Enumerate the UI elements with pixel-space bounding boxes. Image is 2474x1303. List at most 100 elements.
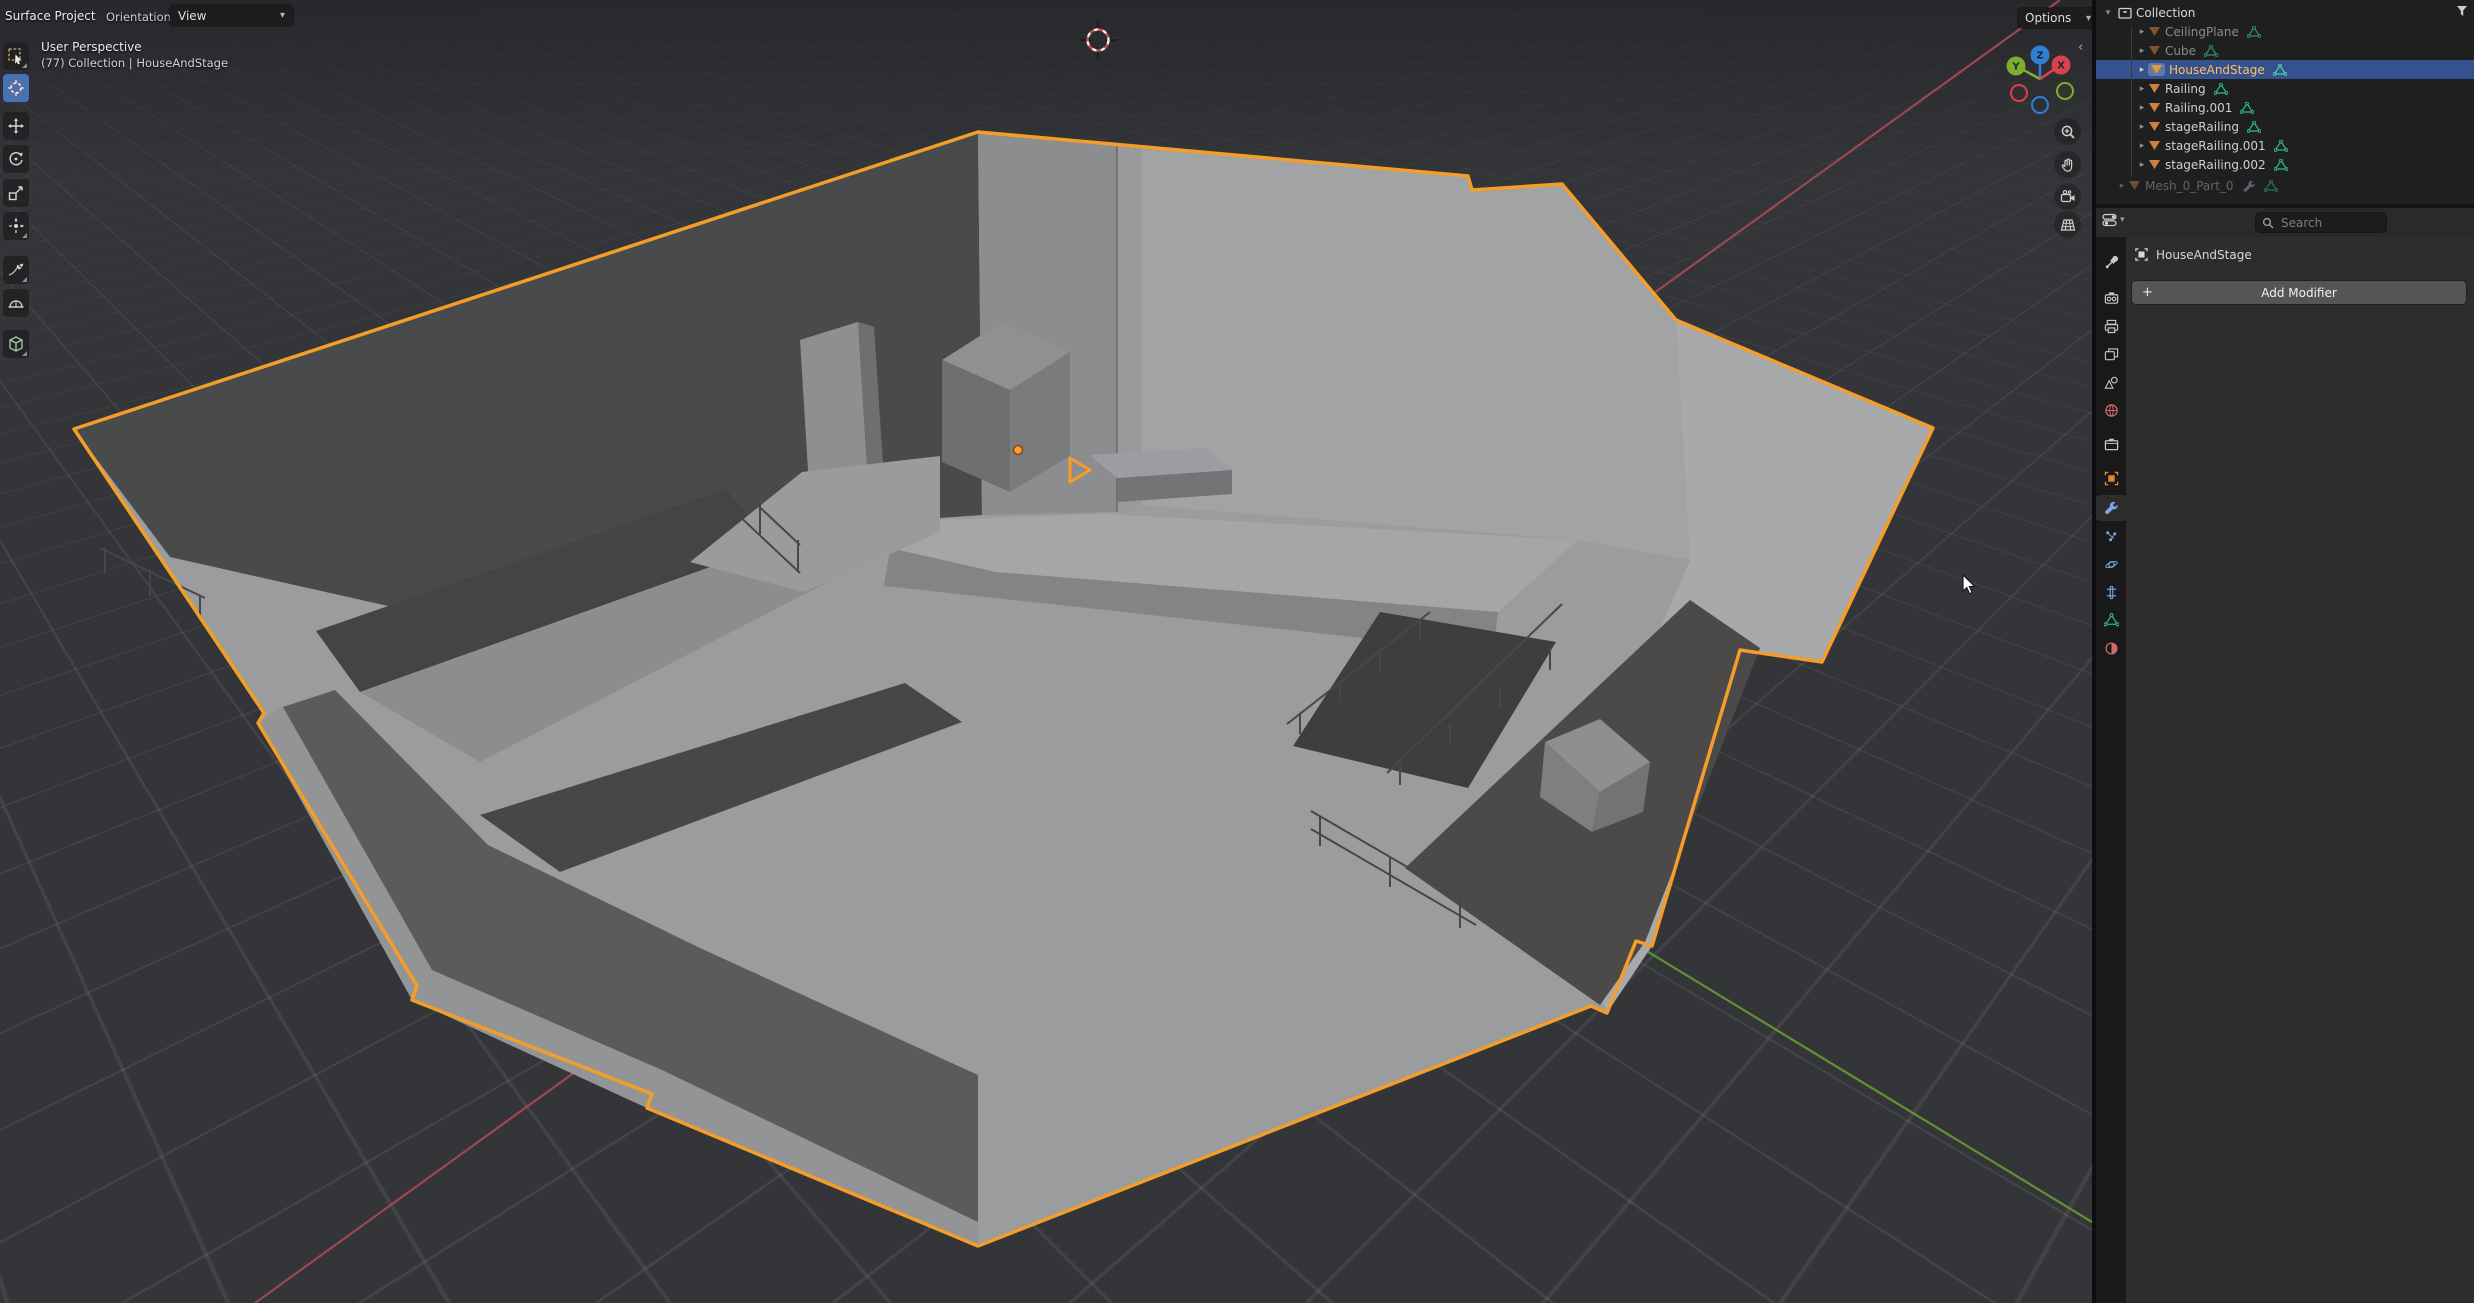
tool-annotate[interactable] — [3, 256, 29, 284]
object-origin-dot — [1014, 446, 1023, 455]
mesh-object-icon — [2148, 83, 2161, 94]
chevron-right-icon[interactable]: ▸ — [2136, 84, 2148, 94]
tool-scale[interactable] — [3, 179, 29, 207]
tool-cursor[interactable] — [3, 74, 29, 102]
outliner-row-ceilingplane[interactable]: ▸ CeilingPlane — [2096, 22, 2474, 41]
tab-collection[interactable] — [2096, 431, 2126, 457]
tool-measure[interactable] — [3, 289, 29, 317]
object-label[interactable]: CeilingPlane — [2165, 25, 2239, 39]
mesh-data-icon[interactable] — [2247, 121, 2261, 133]
funnel-icon[interactable] — [2456, 5, 2468, 17]
object-label[interactable]: Railing.001 — [2165, 101, 2232, 115]
tab-scene[interactable] — [2096, 369, 2126, 395]
properties-header: ▾ — [2096, 206, 2474, 239]
tab-physics[interactable] — [2096, 551, 2126, 577]
outliner-row-cube[interactable]: ▸ Cube — [2096, 41, 2474, 60]
properties-tab-strip — [2096, 237, 2126, 1303]
plus-icon: + — [2142, 285, 2153, 300]
tab-world[interactable] — [2096, 397, 2126, 423]
chevron-right-icon[interactable]: ▸ — [2136, 122, 2148, 132]
camera-view-button[interactable] — [2054, 183, 2081, 210]
chevron-right-icon[interactable]: ▸ — [2136, 65, 2148, 75]
mesh-object-icon — [2148, 121, 2161, 132]
mesh-data-icon[interactable] — [2214, 83, 2228, 95]
tab-tool[interactable] — [2096, 249, 2126, 275]
chevron-right-icon[interactable]: ▸ — [2136, 141, 2148, 151]
tab-material[interactable] — [2096, 635, 2126, 661]
object-label[interactable]: Mesh_0_Part_0 — [2145, 179, 2234, 193]
tool-add-cube[interactable] — [3, 330, 29, 358]
tab-modifiers[interactable] — [2096, 495, 2126, 521]
outliner-panel: ▾ Collection ▸ CeilingPlane ▸ Cube ▸ Hou… — [2096, 0, 2474, 204]
chevron-down-icon[interactable]: ▾ — [2102, 8, 2114, 18]
subtool-indicator — [22, 233, 27, 238]
tab-constraints[interactable] — [2096, 579, 2126, 605]
chevron-right-icon[interactable]: ▸ — [2136, 46, 2148, 56]
tool-select-box[interactable] — [3, 42, 29, 70]
object-label[interactable]: stageRailing.002 — [2165, 158, 2266, 172]
toggle-grid-button[interactable] — [2054, 211, 2081, 238]
mesh-data-icon[interactable] — [2204, 45, 2218, 57]
tab-render[interactable] — [2096, 285, 2126, 311]
tool-transform[interactable] — [3, 212, 29, 240]
collapse-panel-icon[interactable]: ‹ — [2078, 40, 2083, 55]
rotate-icon — [7, 150, 25, 168]
tab-particles[interactable] — [2096, 523, 2126, 549]
house-and-stage-model[interactable] — [74, 132, 1933, 1246]
mesh-data-icon[interactable] — [2247, 26, 2261, 38]
object-label[interactable]: Cube — [2165, 44, 2196, 58]
chevron-right-icon[interactable]: ▸ — [2136, 160, 2148, 170]
gizmo-neg-y-axis[interactable] — [2057, 83, 2073, 99]
gizmo-neg-x-axis[interactable] — [2011, 85, 2027, 101]
scene-canvas — [0, 0, 2092, 1303]
outliner-row-stagerailing001[interactable]: ▸ stageRailing.001 — [2096, 136, 2474, 155]
tab-object-data[interactable] — [2096, 607, 2126, 633]
pan-button[interactable] — [2054, 151, 2081, 178]
zoom-button[interactable] — [2054, 118, 2081, 145]
outliner-row-stagerailing002[interactable]: ▸ stageRailing.002 — [2096, 155, 2474, 174]
hand-icon — [2060, 157, 2076, 173]
project-title: Surface Project — [5, 9, 96, 23]
tab-view-layer[interactable] — [2096, 341, 2126, 367]
chevron-right-icon[interactable]: ▸ — [2136, 27, 2148, 37]
mesh-data-icon[interactable] — [2240, 102, 2254, 114]
object-label[interactable]: HouseAndStage — [2169, 63, 2265, 77]
object-icon — [2134, 247, 2149, 262]
chevron-down-icon: ▾ — [2086, 13, 2091, 24]
subtool-indicator — [22, 351, 27, 356]
tool-rotate[interactable] — [3, 145, 29, 173]
tool-move[interactable] — [3, 112, 29, 140]
object-label[interactable]: stageRailing.001 — [2165, 139, 2266, 153]
3d-viewport[interactable]: Surface Project Orientation: View ▾ Opti… — [0, 0, 2092, 1303]
mesh-data-icon[interactable] — [2273, 64, 2287, 76]
object-label[interactable]: stageRailing — [2165, 120, 2239, 134]
chevron-right-icon[interactable]: ▸ — [2116, 181, 2128, 191]
breadcrumb: HouseAndStage — [2134, 247, 2252, 262]
breadcrumb-object-name[interactable]: HouseAndStage — [2156, 248, 2252, 262]
outliner-row-collection[interactable]: ▾ Collection — [2096, 3, 2474, 22]
outliner-row-railing001[interactable]: ▸ Railing.001 — [2096, 98, 2474, 117]
add-modifier-button[interactable]: + Add Modifier — [2132, 281, 2466, 304]
tab-output[interactable] — [2096, 313, 2126, 339]
properties-search[interactable] — [2256, 213, 2386, 232]
outliner-row-stagerailing[interactable]: ▸ stageRailing — [2096, 117, 2474, 136]
wrench-icon[interactable] — [2242, 179, 2256, 193]
mesh-object-icon — [2148, 45, 2161, 56]
gizmo-neg-z-axis[interactable] — [2032, 97, 2048, 113]
options-dropdown[interactable]: Options ▾ — [2018, 8, 2092, 28]
editor-type-button[interactable]: ▾ — [2102, 212, 2125, 228]
mesh-data-icon[interactable] — [2274, 159, 2288, 171]
orientation-label: Orientation: — [106, 10, 175, 24]
outliner-row-railing[interactable]: ▸ Railing — [2096, 79, 2474, 98]
object-label[interactable]: Railing — [2165, 82, 2206, 96]
tab-object[interactable] — [2096, 465, 2126, 491]
orientation-dropdown[interactable]: View ▾ — [170, 5, 293, 26]
collection-label[interactable]: Collection — [2136, 6, 2195, 20]
mesh-data-icon[interactable] — [2274, 140, 2288, 152]
search-input[interactable] — [2279, 215, 2371, 231]
outliner-row-mesh0part0[interactable]: ▸ Mesh_0_Part_0 — [2096, 176, 2474, 195]
outliner-row-houseandstage[interactable]: ▸ HouseAndStage — [2096, 60, 2474, 79]
camera-icon — [2060, 189, 2076, 205]
mesh-data-icon[interactable] — [2264, 180, 2278, 192]
chevron-right-icon[interactable]: ▸ — [2136, 103, 2148, 113]
